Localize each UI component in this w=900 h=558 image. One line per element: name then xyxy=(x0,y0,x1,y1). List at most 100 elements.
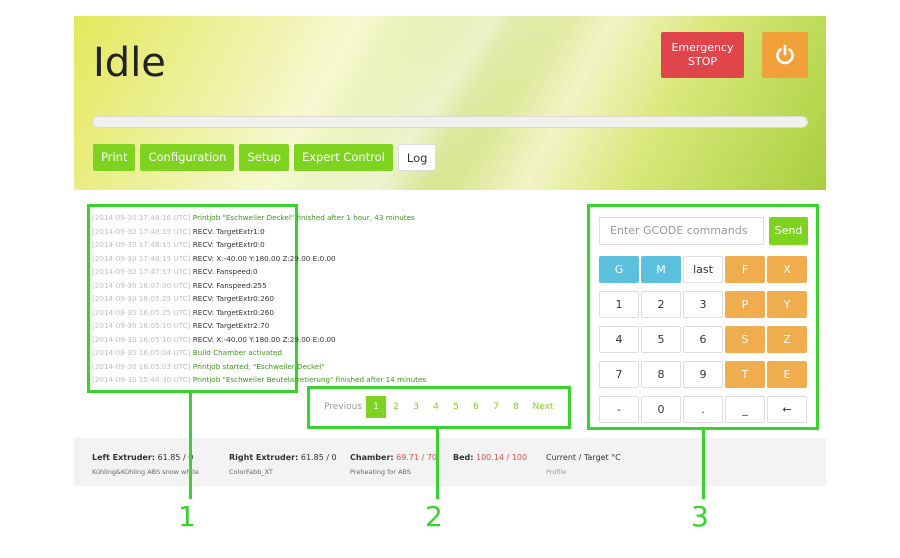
emergency-stop-label-line2: STOP xyxy=(688,55,717,68)
gcode-key[interactable]: X xyxy=(767,256,807,283)
power-icon xyxy=(776,44,794,65)
log-line: [2014-09-30 16:05:03 UTC] Printjob start… xyxy=(92,360,452,374)
log-timestamp: [2014-09-30 17:48:15 UTC] xyxy=(92,240,191,249)
tab-configuration[interactable]: Configuration xyxy=(140,144,235,171)
gcode-key[interactable]: S xyxy=(725,326,765,353)
log-message: RECV: TargetExtr1:0 xyxy=(192,226,265,236)
log-line: [2014-09-30 16:05:25 UTC] RECV: TargetEx… xyxy=(92,292,452,306)
log-line: [2014-09-30 17:47:57 UTC] RECV: Fanspeed… xyxy=(92,265,452,279)
gcode-key[interactable]: - xyxy=(599,396,639,423)
gcode-key[interactable]: Y xyxy=(767,291,807,318)
chamber-label: Chamber: xyxy=(350,453,394,462)
gcode-key[interactable]: . xyxy=(683,396,723,423)
gcode-key[interactable]: 4 xyxy=(599,326,639,353)
power-button[interactable] xyxy=(762,32,808,78)
tab-expert-control[interactable]: Expert Control xyxy=(293,144,393,171)
log-timestamp: [2014-09-30 16:05:25 UTC] xyxy=(92,307,191,317)
chamber-temp: Chamber: 69.71 / 70 xyxy=(350,453,437,462)
log-timestamp: [2014-09-30 16:05:04 UTC] xyxy=(92,348,191,357)
temp-legend: Current / Target °C xyxy=(546,453,621,462)
gcode-key[interactable]: M xyxy=(641,256,681,283)
callout-2-line xyxy=(436,429,439,499)
log-timestamp: [2014-09-30 17:47:57 UTC] xyxy=(92,267,191,276)
tab-print[interactable]: Print xyxy=(93,144,136,171)
emergency-stop-button[interactable]: Emergency STOP xyxy=(661,32,744,78)
log-line: [2014-09-30 17:48:15 UTC] RECV: TargetEx… xyxy=(92,238,452,252)
gcode-key[interactable]: T xyxy=(725,361,765,388)
log-message: Printjob "Eschweiler Beutelarretierung" … xyxy=(192,375,427,384)
gcode-key[interactable]: E xyxy=(767,361,807,388)
gcode-input[interactable]: Enter GCODE commands xyxy=(599,217,764,245)
chamber-status: Preheating for ABS xyxy=(350,468,412,476)
main-tabs: Print Configuration Setup Expert Control… xyxy=(93,144,437,171)
gcode-key[interactable]: 2 xyxy=(641,291,681,318)
left-extruder-material: Kühling&Kühling ABS snow white xyxy=(92,468,199,476)
log-list: [2014-09-30 17:48:16 UTC] Printjob "Esch… xyxy=(92,211,452,387)
gcode-key[interactable]: F xyxy=(725,256,765,283)
log-message: RECV: X:-40.00 Y:180.00 Z:29.00 E:0.00 xyxy=(192,253,336,263)
log-line: [2014-09-30 16:05:10 UTC] RECV: X:-40.00… xyxy=(92,333,452,347)
log-line: [2014-09-30 17:48:15 UTC] RECV: X:-40.00… xyxy=(92,252,452,266)
log-line: [2014-09-30 16:05:04 UTC] Build Chamber … xyxy=(92,346,452,360)
gcode-key[interactable]: Z xyxy=(767,326,807,353)
callout-3-line xyxy=(702,430,705,499)
log-message: RECV: Fanspeed:255 xyxy=(192,280,267,290)
log-line: [2014-09-30 17:48:16 UTC] Printjob "Esch… xyxy=(92,211,452,225)
emergency-stop-label-line1: Emergency xyxy=(671,41,734,54)
log-line: [2014-09-30 16:05:10 UTC] RECV: TargetEx… xyxy=(92,319,452,333)
pagination-page[interactable]: 6 xyxy=(466,396,486,418)
log-message: Printjob started: "Eschweiler Deckel" xyxy=(192,361,325,371)
gcode-key[interactable]: G xyxy=(599,256,639,283)
header-banner: Idle Emergency STOP Print Configuration … xyxy=(74,16,826,190)
pagination: Previous 1 2 3 4 5 6 7 8 Next xyxy=(320,396,560,418)
tab-log[interactable]: Log xyxy=(397,144,437,171)
callout-1-line xyxy=(189,393,192,499)
pagination-page[interactable]: 1 xyxy=(366,396,386,418)
right-extruder-temp: Right Extruder: 61.85 / 0 xyxy=(229,453,337,462)
gcode-key[interactable]: _ xyxy=(725,396,765,423)
callout-1: 1 xyxy=(178,500,196,533)
pagination-page[interactable]: 3 xyxy=(406,396,426,418)
gcode-key[interactable]: 5 xyxy=(641,326,681,353)
right-extruder-label: Right Extruder: xyxy=(229,453,299,462)
gcode-key[interactable]: 9 xyxy=(683,361,723,388)
gcode-key[interactable]: 1 xyxy=(599,291,639,318)
gcode-key[interactable]: 8 xyxy=(641,361,681,388)
log-message: RECV: X:-40.00 Y:180.00 Z:29.00 E:0.00 xyxy=(192,334,336,344)
bed-label: Bed: xyxy=(453,453,474,462)
left-extruder-temp: Left Extruder: 61.85 / 0 xyxy=(92,453,193,462)
callout-3: 3 xyxy=(691,500,709,533)
left-extruder-value: 61.85 / 0 xyxy=(157,453,194,462)
log-timestamp: [2014-09-30 15:48:30 UTC] xyxy=(92,375,191,384)
log-message: RECV: TargetExtr0:0 xyxy=(192,240,265,249)
log-message: RECV: TargetExtr0:260 xyxy=(192,294,274,303)
log-timestamp: [2014-09-30 16:05:10 UTC] xyxy=(92,321,191,330)
gcode-key[interactable]: P xyxy=(725,291,765,318)
log-message: Build Chamber activated xyxy=(192,348,282,357)
log-timestamp: [2014-09-30 16:05:10 UTC] xyxy=(92,334,191,344)
gcode-key[interactable]: last xyxy=(683,256,723,283)
bed-temp: Bed: 100.14 / 100 xyxy=(453,453,527,462)
gcode-key[interactable]: 7 xyxy=(599,361,639,388)
pagination-page[interactable]: 7 xyxy=(486,396,506,418)
gcode-key[interactable]: 3 xyxy=(683,291,723,318)
tab-setup[interactable]: Setup xyxy=(239,144,289,171)
send-button[interactable]: Send xyxy=(769,217,808,245)
log-message: RECV: TargetExtr0:260 xyxy=(192,307,274,317)
pagination-page[interactable]: 5 xyxy=(446,396,466,418)
log-timestamp: [2014-09-30 17:48:16 UTC] xyxy=(92,213,191,222)
pagination-page[interactable]: 8 xyxy=(506,396,526,418)
pagination-next[interactable]: Next xyxy=(526,396,560,418)
status-bar xyxy=(74,438,826,486)
pagination-page[interactable]: 4 xyxy=(426,396,446,418)
gcode-key[interactable]: 6 xyxy=(683,326,723,353)
backspace-key[interactable]: ← xyxy=(767,396,807,423)
pagination-page[interactable]: 2 xyxy=(386,396,406,418)
pagination-previous[interactable]: Previous xyxy=(320,396,366,418)
gcode-key[interactable]: 0 xyxy=(641,396,681,423)
log-line: [2014-09-30 17:48:15 UTC] RECV: TargetEx… xyxy=(92,225,452,239)
log-line: [2014-09-30 16:05:25 UTC] RECV: TargetEx… xyxy=(92,306,452,320)
log-timestamp: [2014-09-30 17:48:15 UTC] xyxy=(92,253,191,263)
printer-control-screen: Idle Emergency STOP Print Configuration … xyxy=(0,0,900,558)
printer-state-title: Idle xyxy=(93,40,166,86)
